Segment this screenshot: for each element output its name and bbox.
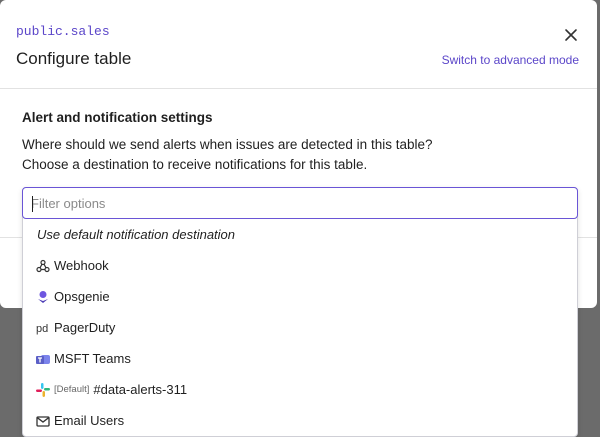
webhook-icon [36, 259, 50, 273]
option-msft-teams[interactable]: MSFT Teams [23, 343, 577, 374]
destination-dropdown: Use default notification destination Web… [22, 187, 578, 437]
close-button[interactable] [562, 26, 580, 44]
option-webhook[interactable]: Webhook [23, 250, 577, 281]
filter-options-input[interactable] [22, 187, 578, 219]
section-description-line1: Where should we send alerts when issues … [22, 137, 433, 152]
slack-icon [36, 382, 50, 397]
text-caret [32, 196, 33, 212]
option-label: Webhook [54, 258, 109, 273]
schema-name: public.sales [16, 24, 110, 39]
option-label: Opsgenie [54, 289, 110, 304]
option-label: Email Users [54, 413, 125, 428]
section-title: Alert and notification settings [22, 110, 213, 125]
close-icon [565, 29, 577, 41]
option-label: MSFT Teams [54, 351, 131, 366]
section-description: Where should we send alerts when issues … [22, 135, 432, 175]
header-divider [0, 88, 597, 89]
mail-icon [36, 414, 50, 428]
msft-teams-icon [36, 352, 50, 366]
option-label: PagerDuty [54, 320, 116, 335]
svg-text:pd: pd [36, 323, 48, 335]
option-label: #data-alerts-311 [93, 382, 188, 397]
switch-advanced-mode-link[interactable]: Switch to advanced mode [442, 53, 579, 67]
pagerduty-icon: pd [36, 321, 50, 335]
option-pagerduty[interactable]: pd PagerDuty [23, 312, 577, 343]
modal-title: Configure table [16, 49, 132, 68]
option-default-destination[interactable]: Use default notification destination [23, 219, 577, 250]
default-tag: [Default] [54, 384, 90, 395]
option-label: Use default notification destination [37, 227, 236, 242]
section-description-line2: Choose a destination to receive notifica… [22, 157, 368, 172]
option-slack-channel[interactable]: [Default] #data-alerts-311 [23, 374, 577, 405]
opsgenie-icon [36, 290, 50, 304]
option-opsgenie[interactable]: Opsgenie [23, 281, 577, 312]
option-email-users[interactable]: Email Users [23, 405, 577, 436]
